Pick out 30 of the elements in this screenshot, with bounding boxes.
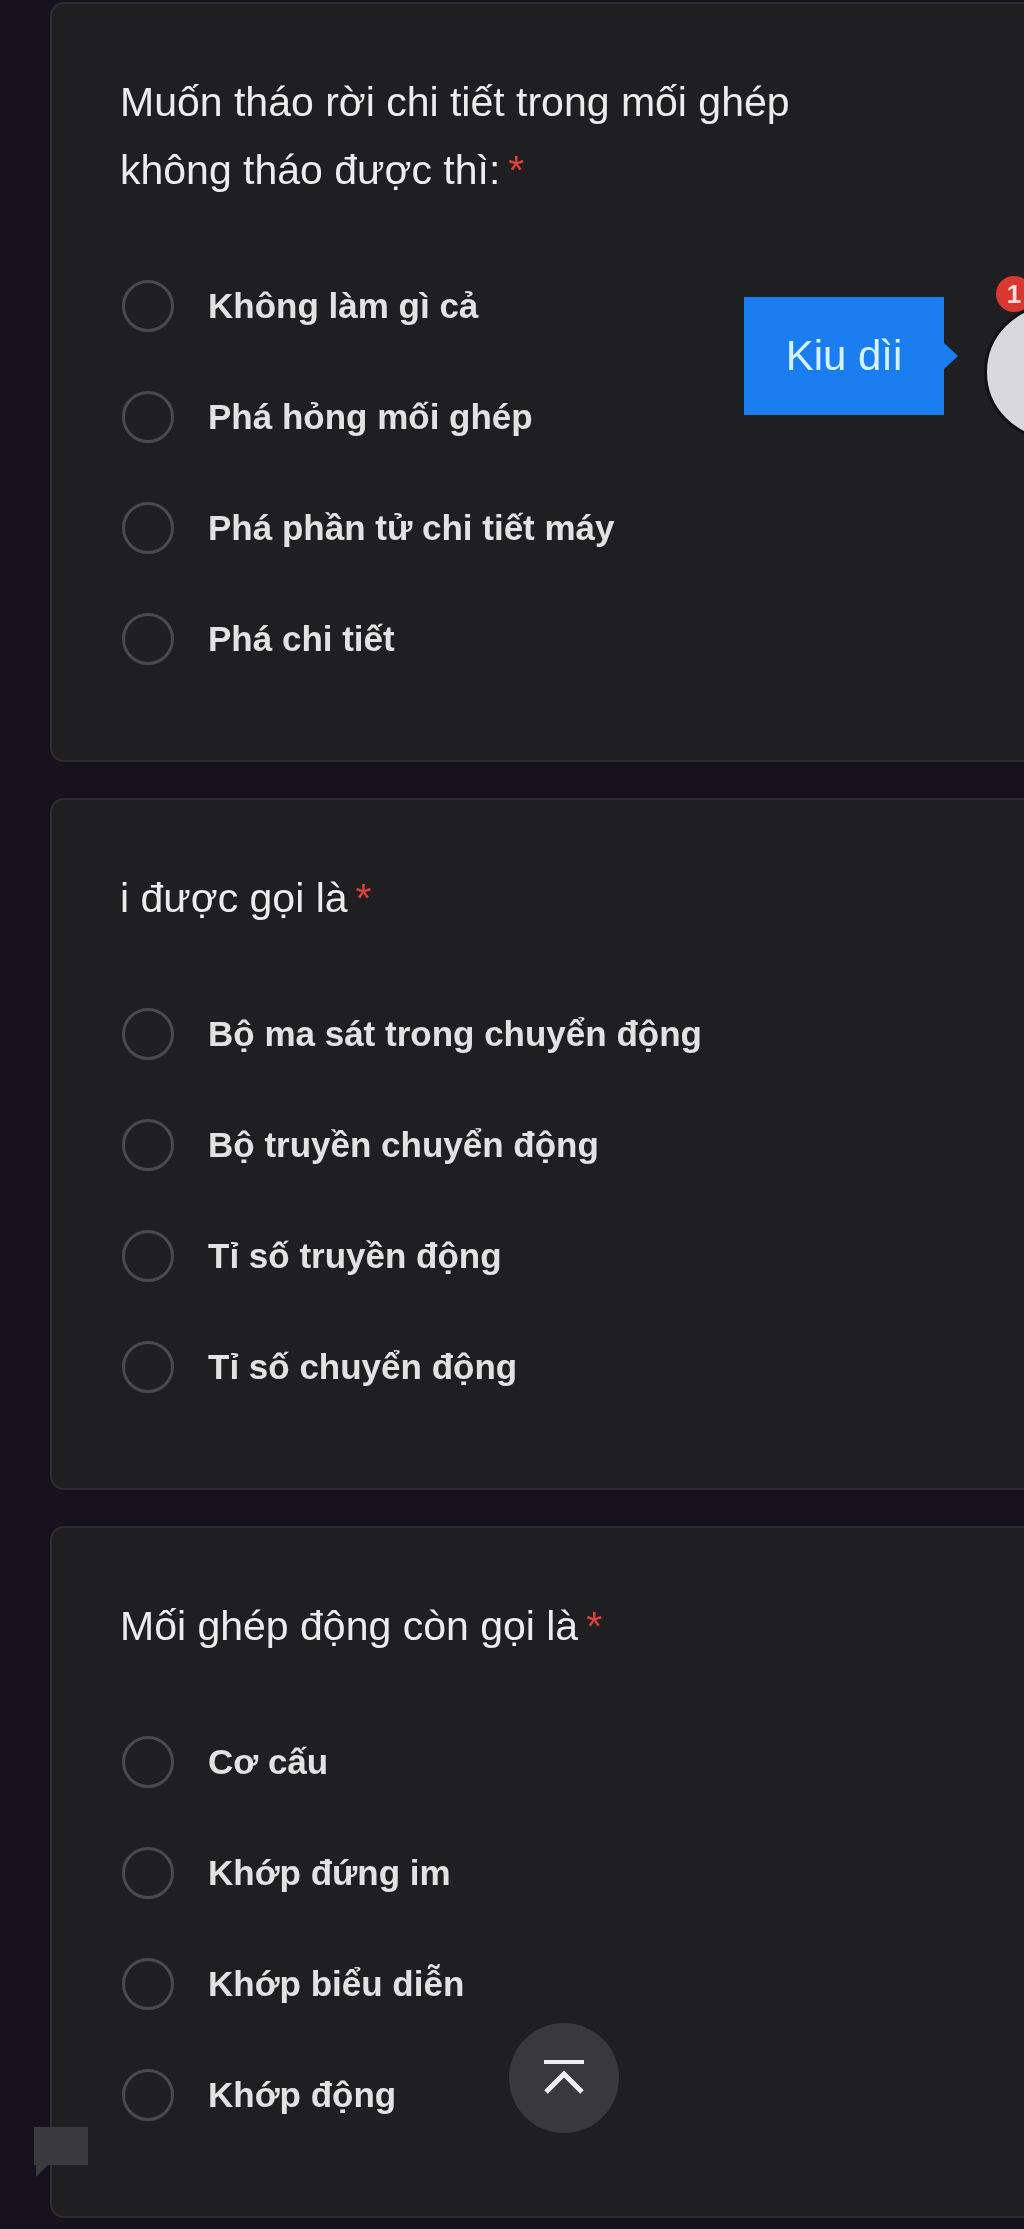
radio-button[interactable] bbox=[122, 390, 174, 443]
radio-button[interactable] bbox=[122, 1846, 174, 1899]
chat-tooltip: Kiu dìi bbox=[744, 297, 958, 415]
option-label: Khớp đứng im bbox=[208, 1852, 451, 1893]
option-label: Phá phần tử chi tiết máy bbox=[208, 507, 615, 548]
option-label: Không làm gì cả bbox=[208, 285, 479, 326]
radio-button[interactable] bbox=[122, 1735, 174, 1788]
feedback-icon[interactable] bbox=[32, 2125, 90, 2179]
question-title: Muốn tháo rời chi tiết trong mối ghép không tháo được thì: * bbox=[120, 78, 791, 195]
question-title: Mối ghép động còn gọi là * bbox=[120, 1602, 604, 1651]
option-label: Khớp biểu diễn bbox=[208, 1963, 465, 2004]
radio-button[interactable] bbox=[122, 279, 174, 332]
option-label: Phá hỏng mối ghép bbox=[208, 396, 533, 437]
radio-button[interactable] bbox=[122, 1957, 174, 2010]
radio-button[interactable] bbox=[122, 1118, 174, 1171]
option-label: Bộ ma sát trong chuyển động bbox=[208, 1013, 702, 1054]
radio-button[interactable] bbox=[122, 1340, 174, 1393]
radio-button[interactable] bbox=[122, 2068, 174, 2121]
option-label: Tỉ số chuyển động bbox=[208, 1346, 518, 1387]
radio-button[interactable] bbox=[122, 1007, 174, 1060]
option-label: Khớp động bbox=[208, 2074, 397, 2115]
option-label: Phá chi tiết bbox=[208, 618, 395, 659]
radio-button[interactable] bbox=[122, 1229, 174, 1282]
radio-button[interactable] bbox=[122, 501, 174, 554]
option-label: Tỉ số truyền động bbox=[208, 1235, 502, 1276]
notification-badge: 1 bbox=[996, 276, 1024, 312]
radio-button[interactable] bbox=[122, 612, 174, 665]
option-label: Cơ cấu bbox=[208, 1741, 329, 1782]
question-title: i được gọi là * bbox=[120, 874, 373, 923]
option-label: Bộ truyền chuyển động bbox=[208, 1124, 599, 1165]
